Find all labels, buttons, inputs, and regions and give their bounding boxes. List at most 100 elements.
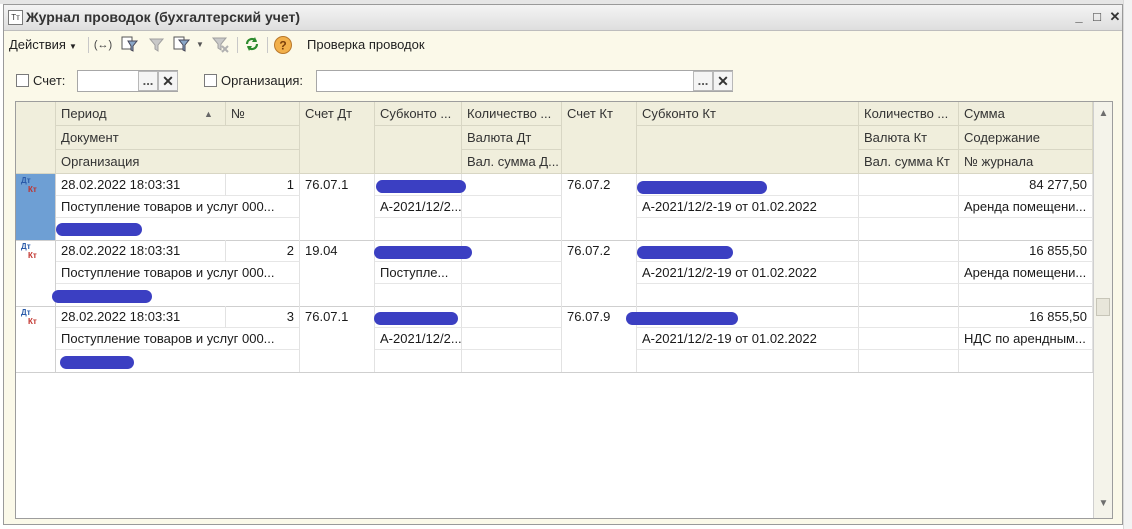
- filter-icon[interactable]: [119, 35, 139, 55]
- org-clear-button[interactable]: ✕: [713, 71, 733, 91]
- header-journal-no[interactable]: № журнала: [959, 150, 1093, 174]
- cell-currency-kt[interactable]: [859, 328, 959, 350]
- cell-cur-sum-kt[interactable]: [859, 218, 959, 240]
- cell-period[interactable]: 28.02.2022 18:03:31: [56, 240, 226, 262]
- cell-subkonto-dt-2[interactable]: Поступле...: [375, 262, 462, 284]
- redaction-mark: [637, 246, 733, 259]
- cell-cur-sum-kt[interactable]: [859, 284, 959, 306]
- cell-number[interactable]: 1: [226, 174, 300, 196]
- cell-period[interactable]: 28.02.2022 18:03:31: [56, 306, 226, 328]
- check-postings-button[interactable]: Проверка проводок: [307, 35, 425, 55]
- cell-document[interactable]: Поступление товаров и услуг 000...: [56, 328, 300, 350]
- header-organization[interactable]: Организация: [56, 150, 300, 174]
- header-subkonto-kt[interactable]: Субконто Кт: [637, 102, 859, 126]
- cell-account-dt[interactable]: 19.04: [300, 240, 375, 306]
- cell-journal-no[interactable]: [959, 218, 1093, 240]
- actions-menu-button[interactable]: Действия ▼: [9, 35, 77, 55]
- table-row[interactable]: Дт Кт 28.02.2022 18:03:31 3 76.07.1 А-202…: [16, 306, 1093, 373]
- cell-currency-dt[interactable]: [462, 196, 562, 218]
- scroll-thumb[interactable]: [1096, 298, 1110, 316]
- scroll-down-icon[interactable]: ▼: [1094, 494, 1112, 514]
- header-account-dt[interactable]: Счет Дт: [300, 102, 375, 174]
- header-quantity-dt[interactable]: Количество ...: [462, 102, 562, 126]
- cell-subkonto-kt-3[interactable]: [637, 350, 859, 372]
- cell-subkonto-dt-2[interactable]: А-2021/12/2...: [375, 328, 462, 350]
- filter-dropdown-icon[interactable]: [172, 35, 192, 55]
- org-filter-checkbox[interactable]: [204, 74, 217, 87]
- cell-quantity-dt[interactable]: [462, 174, 562, 196]
- cell-account-dt[interactable]: 76.07.1: [300, 306, 375, 372]
- header-content[interactable]: Содержание: [959, 126, 1093, 150]
- cell-content[interactable]: НДС по арендным...: [959, 328, 1093, 350]
- cell-quantity-dt[interactable]: [462, 306, 562, 328]
- org-select-button[interactable]: ...: [693, 71, 713, 91]
- account-select-button[interactable]: ...: [138, 71, 158, 91]
- account-filter-checkbox[interactable]: [16, 74, 29, 87]
- cell-currency-kt[interactable]: [859, 262, 959, 284]
- header-currency-kt[interactable]: Валюта Кт: [859, 126, 959, 150]
- dropdown-arrow-icon[interactable]: ▼: [190, 35, 210, 55]
- cell-sum[interactable]: 16 855,50: [959, 240, 1093, 262]
- cell-cur-sum-dt[interactable]: [462, 350, 562, 372]
- cell-subkonto-kt-2[interactable]: А-2021/12/2-19 от 01.02.2022: [637, 196, 859, 218]
- minimize-button[interactable]: _: [1070, 8, 1088, 26]
- cell-journal-no[interactable]: [959, 350, 1093, 372]
- header-number[interactable]: №: [226, 102, 300, 126]
- account-clear-button[interactable]: ✕: [158, 71, 178, 91]
- help-icon[interactable]: ?: [273, 35, 293, 55]
- close-button[interactable]: ✕: [1106, 8, 1124, 26]
- cell-number[interactable]: 2: [226, 240, 300, 262]
- cell-sum[interactable]: 16 855,50: [959, 306, 1093, 328]
- scroll-up-icon[interactable]: ▲: [1094, 104, 1112, 124]
- filter-clear-icon[interactable]: [210, 35, 230, 55]
- cell-document[interactable]: Поступление товаров и услуг 000...: [56, 262, 300, 284]
- cell-subkonto-dt-3[interactable]: [375, 284, 462, 306]
- cell-currency-dt[interactable]: [462, 262, 562, 284]
- cell-account-dt[interactable]: 76.07.1: [300, 174, 375, 240]
- cell-currency-kt[interactable]: [859, 196, 959, 218]
- vertical-scrollbar[interactable]: ▲ ▼: [1093, 102, 1112, 518]
- maximize-button[interactable]: □: [1088, 8, 1106, 26]
- cell-cur-sum-dt[interactable]: [462, 218, 562, 240]
- cell-content[interactable]: Аренда помещени...: [959, 262, 1093, 284]
- header-cur-sum-kt[interactable]: Вал. сумма Кт: [859, 150, 959, 174]
- cell-period[interactable]: 28.02.2022 18:03:31: [56, 174, 226, 196]
- filter-disabled-icon[interactable]: [146, 35, 166, 55]
- header-quantity-kt[interactable]: Количество ...: [859, 102, 959, 126]
- header-cur-sum-dt[interactable]: Вал. сумма Д...: [462, 150, 562, 174]
- cell-quantity-kt[interactable]: [859, 240, 959, 262]
- header-corner: [16, 102, 56, 174]
- cell-subkonto-dt-2[interactable]: А-2021/12/2...: [375, 196, 462, 218]
- header-currency-dt[interactable]: Валюта Дт: [462, 126, 562, 150]
- toolbar: Действия ▼ (↔) ▼ ? Проверка проводок: [4, 31, 1122, 59]
- cell-sum[interactable]: 84 277,50: [959, 174, 1093, 196]
- cell-quantity-dt[interactable]: [462, 240, 562, 262]
- cell-cur-sum-dt[interactable]: [462, 284, 562, 306]
- org-filter-input[interactable]: [316, 70, 733, 92]
- cell-subkonto-kt-2[interactable]: А-2021/12/2-19 от 01.02.2022: [637, 262, 859, 284]
- cell-document[interactable]: Поступление товаров и услуг 000...: [56, 196, 300, 218]
- cell-subkonto-kt-3[interactable]: [637, 218, 859, 240]
- cell-number[interactable]: 3: [226, 306, 300, 328]
- cell-cur-sum-kt[interactable]: [859, 350, 959, 372]
- cell-subkonto-dt-3[interactable]: [375, 350, 462, 372]
- cell-subkonto-dt-3[interactable]: [375, 218, 462, 240]
- refresh-icon[interactable]: [242, 35, 262, 55]
- cell-quantity-kt[interactable]: [859, 174, 959, 196]
- header-sum[interactable]: Сумма: [959, 102, 1093, 126]
- arrows-icon[interactable]: (↔): [93, 35, 113, 55]
- header-account-kt[interactable]: Счет Кт: [562, 102, 637, 174]
- cell-account-kt[interactable]: 76.07.2: [562, 240, 637, 306]
- cell-journal-no[interactable]: [959, 284, 1093, 306]
- header-period[interactable]: Период ▲: [56, 102, 226, 126]
- cell-currency-dt[interactable]: [462, 328, 562, 350]
- table-row[interactable]: Дт Кт 28.02.2022 18:03:31 1 76.07.1 А-202…: [16, 174, 1093, 241]
- cell-subkonto-kt-3[interactable]: [637, 284, 859, 306]
- cell-account-kt[interactable]: 76.07.2: [562, 174, 637, 240]
- header-subkonto-dt[interactable]: Субконто ...: [375, 102, 462, 126]
- cell-content[interactable]: Аренда помещени...: [959, 196, 1093, 218]
- cell-subkonto-kt-2[interactable]: А-2021/12/2-19 от 01.02.2022: [637, 328, 859, 350]
- table-row[interactable]: Дт Кт 28.02.2022 18:03:31 2 19.04 Поступл…: [16, 240, 1093, 307]
- header-document[interactable]: Документ: [56, 126, 300, 150]
- cell-quantity-kt[interactable]: [859, 306, 959, 328]
